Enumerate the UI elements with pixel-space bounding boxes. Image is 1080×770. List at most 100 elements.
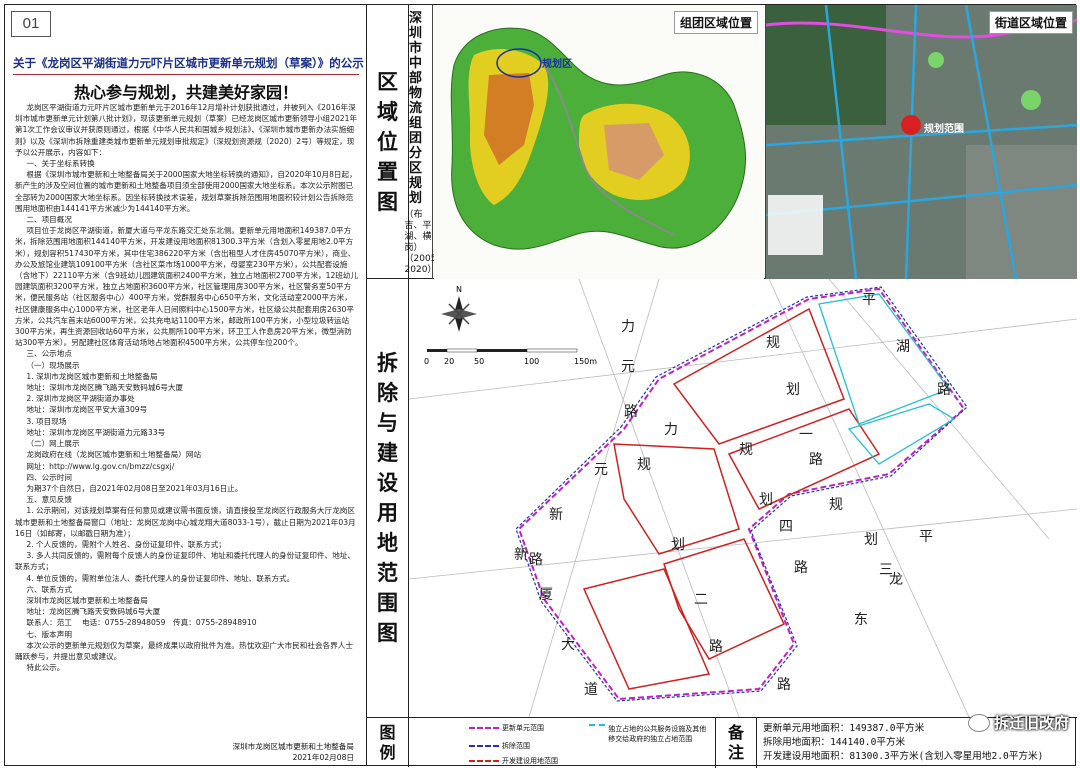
notice-paragraph: 1. 公示期间，对该规划草案有任何意见或建议需书面反馈，请直接投至龙岗区行政服务… [15, 506, 356, 538]
road-label-char: 平 [862, 292, 876, 308]
note-line: 拆除用地面积：144140.0平方米 [763, 737, 906, 748]
street-marker-2 [928, 52, 944, 68]
demolition-map-graphic: N 0 20 50 100 150m 力元路规划一路平湖路新厦大道规划二路力元新路平龙东… [409, 279, 1077, 717]
scale-labels: 0 20 50 100 150m [424, 357, 597, 366]
notice-paragraph: 四、公示时间 [26, 472, 72, 482]
road-label-char: 规 [766, 335, 780, 351]
road-label-char: 规 [829, 497, 843, 513]
legend-swatch [469, 760, 499, 762]
notice-paragraph: 2. 个人反馈的，需附个人姓名、身份证复印件、联系方式； [26, 539, 226, 549]
wechat-icon [967, 713, 990, 732]
road-label-char: 规 [739, 442, 753, 458]
road-label-char: 划 [671, 537, 685, 553]
notice-paragraph: 深圳市龙岗区城市更新和土地整备局 [26, 595, 148, 605]
legend-label: 独立占地的公共服务设施及其他移交给政府的独立占地范围 [608, 725, 707, 743]
title-char: 分 [409, 146, 423, 161]
road-label-char: 厦 [539, 587, 553, 603]
north-arrow: N [441, 285, 477, 332]
slogan: 热心参与规划，共建美好家园！ [73, 83, 298, 102]
title-char: 物 [409, 86, 423, 101]
notice-paragraph: 项目位于龙岗区平湖街道，新厦大道与平龙东路交汇处东北侧。更新单元用地面积1493… [15, 226, 359, 348]
road-label-char: 元 [621, 359, 635, 375]
road-label-char: 路 [809, 452, 823, 468]
notice-paragraph: 地址：深圳市龙岗区腾飞路天安数码城6号大厦 [26, 383, 184, 393]
title-char: 范 [377, 561, 398, 585]
title-char: 图 [379, 722, 396, 742]
street-map: 规划范围 街道区域位置 [765, 5, 1077, 279]
title-char: 划 [409, 191, 423, 206]
legend-label: 更新单元范围 [502, 724, 544, 732]
title-char: 备 [727, 723, 744, 742]
road-label-char: 规 [637, 457, 651, 473]
road-label-char: 湖 [896, 339, 910, 355]
notice-paragraph: 1. 深圳市龙岗区城市更新和土地整备局 [26, 371, 158, 381]
notice-paragraph: 地址：深圳市龙岗区平安大道309号 [26, 405, 148, 415]
notice-paragraph: 地址：龙岗区腾飞路天安数码城6号大厦 [26, 607, 161, 617]
note-line: 开发建设用地面积：81300.3平方米(含划入零星用地2.0平方米) [763, 751, 1044, 762]
legend-swatch [469, 745, 499, 747]
legend-title: 图例 [367, 717, 409, 767]
legend-label: 开发建设用地范围 [502, 757, 558, 765]
legend-item: 独立占地的公共服务设施及其他移交给政府的独立占地范围 [589, 724, 707, 744]
notice-paragraph: 联系人：范工 电话：0755-28948059 传真：0755-28948910 [26, 618, 257, 628]
road-label-char: 路 [937, 382, 951, 398]
watermark-text: 拆迁旧改府 [993, 714, 1069, 732]
title-char: 图 [377, 189, 398, 214]
street-plan-label: 规划范围 [924, 122, 964, 135]
street-urban [966, 145, 1077, 279]
demolition-map-title: 拆除与建设用地范围图 [367, 279, 409, 717]
scale-bar [427, 348, 578, 353]
road-label-char: 大 [561, 637, 575, 653]
notice-paragraph: 三、公示地点 [26, 349, 72, 359]
notice-paragraph: 3. 多人共同反馈的，需附每个反馈人的身份证复印件、地址和委托代理人的身份证复印… [15, 551, 355, 572]
road-label-char: 路 [624, 404, 638, 420]
road-label-char: 东 [854, 612, 868, 628]
street-map-graphic: 规划范围 [766, 5, 1077, 279]
street-map-label: 街道区域位置 [988, 11, 1073, 34]
title-char: 地 [377, 531, 398, 555]
road-label-char: 力 [664, 422, 678, 438]
title-char: 拆 [377, 351, 398, 375]
title-char: 例 [379, 742, 396, 762]
notice-panel: 01 关于《龙岗区平湖街道力元吓片区城市更新单元规划（草案）》的公示 热心参与规… [5, 5, 367, 765]
road-label-char: 路 [777, 677, 791, 693]
road-label-char: 路 [794, 560, 808, 576]
watermark: 拆迁旧改府 [967, 712, 1069, 733]
title-char: 区 [377, 69, 398, 94]
legend-item: 拆除范围 [469, 741, 530, 751]
notice-paragraph: 地址：深圳市龙岗区平湖街道力元路33号 [26, 427, 166, 437]
street-marker-1 [1021, 90, 1041, 110]
title-char: 用 [377, 501, 398, 525]
legend-swatch [589, 724, 606, 726]
notice-paragraph: 六、联系方式 [26, 584, 72, 594]
scale-tick-label: 20 [444, 357, 454, 366]
notice-paragraph: 五、意见反馈 [26, 495, 72, 505]
notice-paragraph: 特此公示。 [26, 663, 65, 673]
road-label-char: 四 [779, 519, 793, 535]
title-char: 建 [377, 441, 398, 465]
title-char: 注 [727, 743, 744, 762]
road-label-char: 划 [759, 492, 773, 508]
road-label-char: 新 [514, 547, 528, 563]
road-label-char: 新 [549, 507, 563, 523]
street-plan-dot [901, 115, 921, 135]
scale-tick-label: 150m [574, 357, 597, 366]
notice-paragraph: 七、版本声明 [26, 629, 72, 639]
demolition-land-map: N 0 20 50 100 150m 力元路规划一路平湖路新厦大道规划二路力元新路平龙东… [409, 279, 1077, 717]
road-label-char: 道 [584, 682, 598, 698]
notice-paragraph: 2. 深圳市龙岗区平湖街道办事处 [26, 394, 135, 404]
page-number: 01 [11, 11, 51, 37]
title-char: 区 [409, 161, 423, 176]
road-label-char: 三 [879, 562, 893, 578]
zone-plan-title: 深圳市中部物流组团分区规划 （布吉、平湖、横岗）（2005-2020） [405, 5, 440, 279]
north-letter: N [456, 285, 462, 294]
street-legend-box [768, 195, 823, 255]
road-label-char: 平 [919, 529, 933, 545]
scale-tick-label: 0 [424, 357, 429, 366]
title-char: 市 [409, 41, 423, 56]
signature-date: 2021年02月08日 [292, 753, 354, 762]
road-label-char: 路 [709, 639, 723, 655]
road-label-char: 路 [529, 552, 543, 568]
title-char: 围 [377, 591, 398, 615]
title-char: 部 [409, 71, 423, 86]
